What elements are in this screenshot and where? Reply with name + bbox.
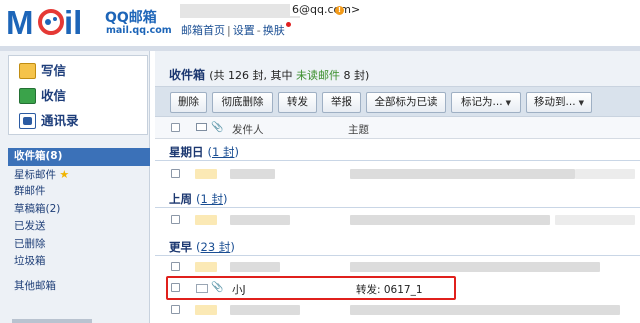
row-checkbox[interactable] <box>171 169 180 178</box>
group-last-week: 上周 (1 封) <box>155 188 640 208</box>
unread-link[interactable]: 未读邮件 <box>296 69 340 82</box>
blurred-sender <box>230 215 290 225</box>
dropdown-arrow-icon: ▼ <box>578 99 584 107</box>
select-all-checkbox[interactable] <box>171 123 180 132</box>
group-title: 更早 <box>169 240 192 254</box>
blurred-preview <box>555 215 635 225</box>
column-header: 📎 发件人 主题 <box>155 117 640 139</box>
blurred-icon <box>195 169 217 179</box>
folder-drafts[interactable]: 草稿箱(2) <box>8 201 150 219</box>
inbox-summary: (共 126 封, 其中 未读邮件 8 封) <box>209 69 369 82</box>
group-count-link[interactable]: 1 封 <box>212 145 234 159</box>
folder-starred-label: 星标邮件 <box>14 168 56 181</box>
blurred-icon <box>195 262 217 272</box>
folder-starred[interactable]: 星标邮件 ★ <box>8 166 150 184</box>
blurred-subject <box>350 169 575 179</box>
mail-row[interactable] <box>155 258 640 276</box>
folder-deleted[interactable]: 已删除 <box>8 236 150 254</box>
mail-row[interactable] <box>155 165 640 183</box>
link-home[interactable]: 邮箱首页 <box>181 24 225 37</box>
receive-button[interactable]: 收信 <box>19 85 66 107</box>
group-title: 星期日 <box>169 145 204 159</box>
highlight-annotation <box>166 276 456 300</box>
contacts-icon <box>19 113 36 129</box>
report-button[interactable]: 举报 <box>322 92 361 113</box>
command-box: 写信 收信 通讯录 <box>8 55 148 135</box>
mark-as-dropdown[interactable]: 标记为... ▼ <box>451 92 521 113</box>
write-button[interactable]: 写信 <box>19 60 66 82</box>
star-icon: ★ <box>59 167 70 181</box>
separator: | <box>227 24 231 37</box>
group-earlier: 更早 (23 封) <box>155 236 640 256</box>
pencil-icon <box>19 63 36 79</box>
mail-row[interactable] <box>155 301 640 319</box>
contacts-button[interactable]: 通讯录 <box>19 110 79 132</box>
link-skin[interactable]: 换肤 <box>263 24 285 37</box>
mail-row[interactable] <box>155 211 640 229</box>
blurred-subject <box>350 305 620 315</box>
brand-url: mail.qq.com <box>106 25 172 36</box>
folder-divider <box>8 271 150 278</box>
sidebar: 写信 收信 通讯录 收件箱(8) 星标邮件 ★ 群邮件 草稿箱(2) 已发送 已… <box>0 51 150 323</box>
blurred-preview <box>575 169 635 179</box>
envelope-icon <box>196 123 207 131</box>
sender-column[interactable]: 发件人 <box>232 122 264 137</box>
blurred-sender <box>230 262 280 272</box>
inbox-title: 收件箱 <box>169 68 206 82</box>
group-sunday: 星期日 (1 封) <box>155 141 640 161</box>
row-checkbox[interactable] <box>171 262 180 271</box>
svg-text:M: M <box>6 4 34 41</box>
link-settings[interactable]: 设置 <box>233 24 255 37</box>
purge-button[interactable]: 彻底删除 <box>212 92 273 113</box>
move-to-dropdown[interactable]: 移动到... ▼ <box>526 92 592 113</box>
row-checkbox[interactable] <box>171 305 180 314</box>
move-to-label: 移动到... <box>534 96 576 108</box>
blurred-icon <box>195 215 217 225</box>
user-email: 6@qq.com> <box>290 3 361 16</box>
contacts-label: 通讯录 <box>41 113 79 128</box>
blurred-subject <box>350 262 600 272</box>
summary-prefix: (共 126 封, 其中 <box>209 69 296 82</box>
mail-logo[interactable]: M il <box>6 3 106 41</box>
receive-label: 收信 <box>41 88 67 103</box>
folder-list: 收件箱(8) 星标邮件 ★ 群邮件 草稿箱(2) 已发送 已删除 垃圾箱 其他邮… <box>8 148 150 295</box>
folder-sent[interactable]: 已发送 <box>8 218 150 236</box>
blurred-folder <box>12 319 92 323</box>
title-bar: 收件箱 (共 126 封, 其中 未读邮件 8 封) <box>155 51 640 86</box>
folder-spam[interactable]: 垃圾箱 <box>8 253 150 271</box>
mark-all-read-button[interactable]: 全部标为已读 <box>366 92 446 113</box>
delete-button[interactable]: 删除 <box>170 92 207 113</box>
subject-column[interactable]: 主题 <box>348 122 369 137</box>
page-title: 收件箱 (共 126 封, 其中 未读邮件 8 封) <box>169 66 369 83</box>
blurred-icon <box>195 305 217 315</box>
dropdown-arrow-icon: ▼ <box>505 99 511 107</box>
blurred-subject <box>350 215 550 225</box>
blurred-account-name <box>180 4 300 18</box>
top-links: 邮箱首页 | 设置 - 换肤 <box>181 22 291 38</box>
separator: - <box>256 24 261 37</box>
attachment-icon: 📎 <box>211 122 224 133</box>
folder-inbox[interactable]: 收件箱(8) <box>8 148 150 166</box>
download-icon <box>19 88 36 104</box>
blurred-sender <box>230 305 300 315</box>
group-title: 上周 <box>169 192 192 206</box>
group-count-link[interactable]: 1 封 <box>201 192 223 206</box>
toolbar: 删除 彻底删除 转发 举报 全部标为已读 标记为... ▼ 移动到... ▼ <box>155 86 640 117</box>
notification-dot-icon <box>285 22 291 27</box>
forward-button[interactable]: 转发 <box>278 92 317 113</box>
warning-icon[interactable]: ! <box>335 6 344 15</box>
svg-text:il: il <box>64 4 82 41</box>
folder-other-mailboxes[interactable]: 其他邮箱 <box>8 278 150 296</box>
row-checkbox[interactable] <box>171 215 180 224</box>
blurred-sender <box>230 169 275 179</box>
summary-suffix: 8 封) <box>339 69 370 82</box>
write-label: 写信 <box>41 63 67 78</box>
brand-name: QQ邮箱 <box>105 10 157 26</box>
mark-as-label: 标记为... <box>461 96 503 108</box>
folder-group[interactable]: 群邮件 <box>8 183 150 201</box>
group-count-link[interactable]: 23 封 <box>201 240 231 254</box>
header: M il QQ邮箱 mail.qq.com 6@qq.com> ! 邮箱首页 | 设… <box>0 0 640 52</box>
